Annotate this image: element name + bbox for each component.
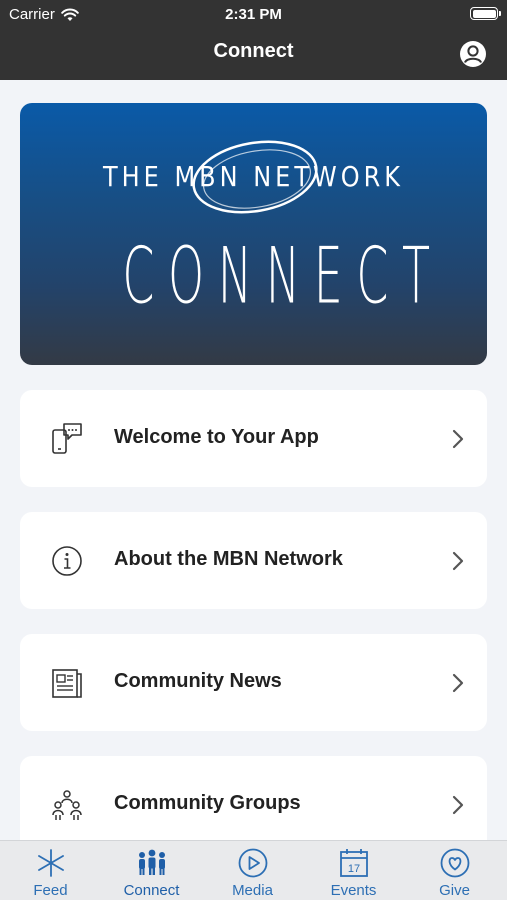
tab-feed[interactable]: Feed <box>0 841 101 900</box>
play-icon <box>238 848 268 878</box>
newspaper-icon <box>52 669 82 698</box>
status-bar: Carrier 2:31 PM <box>0 0 507 30</box>
chevron-right-icon <box>452 551 464 571</box>
heart-icon <box>440 848 470 878</box>
tab-bar: Feed Connect Media 17 Events Give <box>0 840 507 900</box>
tab-give[interactable]: Give <box>404 841 505 900</box>
menu-item-news[interactable]: Community News <box>20 634 487 731</box>
feed-icon <box>38 849 64 877</box>
people-group-icon <box>52 790 82 820</box>
tab-label: Give <box>439 882 470 899</box>
chevron-right-icon <box>452 673 464 693</box>
calendar-icon: 17 <box>340 849 368 877</box>
info-icon <box>52 546 82 576</box>
chevron-right-icon <box>452 429 464 449</box>
tab-events[interactable]: 17 Events <box>303 841 404 900</box>
banner-headline: CONNECT <box>122 230 444 322</box>
tab-label: Events <box>330 882 377 899</box>
battery-icon <box>470 7 501 20</box>
connect-banner: THE MBN NETWORK CONNECT <box>20 103 487 365</box>
tab-connect[interactable]: Connect <box>101 841 202 900</box>
navigation-bar: Carrier 2:31 PM Connect <box>0 0 507 80</box>
connect-icon <box>139 849 165 875</box>
banner-brand: THE MBN NETWORK <box>102 160 405 194</box>
profile-icon[interactable] <box>459 40 487 68</box>
menu-item-about[interactable]: About the MBN Network <box>20 512 487 609</box>
menu-item-label: Community Groups <box>114 792 301 814</box>
content-scroll-area[interactable]: THE MBN NETWORK CONNECT Welcome to Your … <box>0 80 507 840</box>
menu-item-welcome[interactable]: Welcome to Your App <box>20 390 487 487</box>
chevron-right-icon <box>452 795 464 815</box>
page-title: Connect <box>213 40 294 62</box>
menu-item-label: Welcome to Your App <box>114 426 319 448</box>
status-time: 2:31 PM <box>225 6 282 23</box>
tab-label: Media <box>232 882 273 899</box>
menu-item-groups[interactable]: Community Groups <box>20 756 487 840</box>
tab-media[interactable]: Media <box>202 841 303 900</box>
tab-label: Connect <box>123 882 180 899</box>
menu-item-label: About the MBN Network <box>114 548 343 570</box>
tab-label: Feed <box>33 882 68 899</box>
chat-phone-icon <box>52 423 82 454</box>
menu-item-label: Community News <box>114 670 282 692</box>
calendar-day-number: 17 <box>348 863 360 875</box>
